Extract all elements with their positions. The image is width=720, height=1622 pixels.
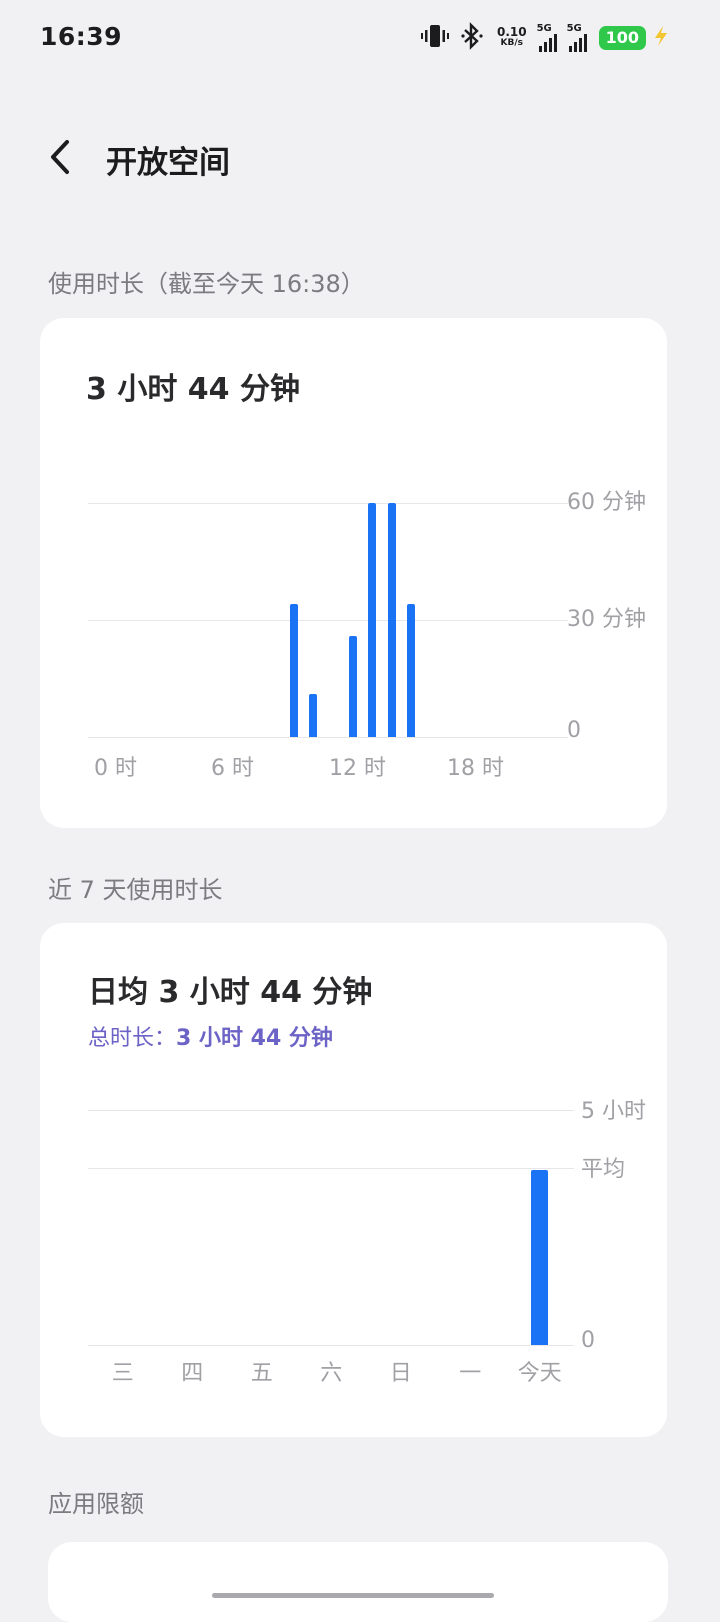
y-label-5h: 5 小时 bbox=[581, 1099, 646, 1124]
battery-icon: 100 bbox=[598, 26, 646, 50]
gridline-5h bbox=[88, 1110, 574, 1111]
x-label-6: 6 时 bbox=[211, 756, 254, 781]
vibrate-icon bbox=[420, 23, 449, 53]
y-label-60: 60 分钟 bbox=[567, 490, 646, 515]
hour-bar bbox=[368, 503, 377, 737]
chevron-left-icon bbox=[51, 140, 69, 174]
x-label-day: 四 bbox=[181, 1361, 204, 1386]
usage-week-label: 近 7 天使用时长 bbox=[48, 876, 223, 904]
x-label-18: 18 时 bbox=[447, 756, 504, 781]
sim1-label: 5G bbox=[536, 23, 552, 34]
charging-icon bbox=[652, 25, 670, 51]
usage-today-card: 3 小时 44 分钟 60 分钟 30 分钟 0 0 时 6 时 12 时 18… bbox=[40, 318, 667, 828]
bluetooth-icon bbox=[461, 22, 485, 54]
signal-icon: 5G bbox=[566, 23, 587, 52]
app-limit-card[interactable] bbox=[48, 1542, 668, 1622]
x-label-day: 六 bbox=[320, 1361, 343, 1386]
page-title: 开放空间 bbox=[106, 145, 230, 181]
x-label-day: 日 bbox=[389, 1361, 412, 1386]
x-label-day: 一 bbox=[459, 1361, 482, 1386]
day-bar bbox=[531, 1169, 549, 1345]
network-speed-value: 0.10 bbox=[496, 25, 527, 39]
x-label-day: 今天 bbox=[517, 1361, 562, 1386]
x-label-0: 0 时 bbox=[94, 756, 137, 781]
gridline-30 bbox=[88, 620, 568, 621]
network-speed-unit: KB/s bbox=[500, 38, 524, 48]
network-speed: 0.10 KB/s bbox=[496, 25, 527, 49]
x-label-day: 三 bbox=[111, 1361, 134, 1386]
x-label-12: 12 时 bbox=[329, 756, 386, 781]
back-button[interactable] bbox=[44, 136, 84, 180]
hour-bar bbox=[289, 604, 298, 737]
gridline-0 bbox=[88, 737, 568, 738]
usage-week-card: 日均 3 小时 44 分钟 总时长：3 小时 44 分钟 5 小时 平均 0 三… bbox=[40, 923, 667, 1437]
sim2-label: 5G bbox=[566, 23, 582, 34]
y-label-average: 平均 bbox=[581, 1157, 626, 1182]
gridline-60 bbox=[88, 503, 568, 504]
hour-bar bbox=[387, 503, 396, 737]
hour-bar bbox=[309, 694, 318, 737]
weekly-usage-chart: 5 小时 平均 0 三 四 五 六 日 一 今天 bbox=[40, 923, 667, 1437]
x-label-day: 五 bbox=[250, 1361, 273, 1386]
hourly-usage-chart: 60 分钟 30 分钟 0 0 时 6 时 12 时 18 时 bbox=[40, 318, 667, 828]
signal-icon: 5G bbox=[536, 23, 557, 52]
hour-bar bbox=[407, 604, 416, 737]
y-label-30: 30 分钟 bbox=[567, 607, 646, 632]
status-icons: 0.10 KB/s 5G 5G 100 bbox=[420, 20, 670, 56]
status-time: 16:39 bbox=[40, 22, 123, 51]
gridline-average bbox=[88, 1168, 574, 1169]
usage-today-label: 使用时长（截至今天 16:38） bbox=[48, 270, 365, 298]
gridline-0 bbox=[88, 1345, 574, 1346]
home-indicator[interactable] bbox=[212, 1593, 494, 1598]
y-label-0: 0 bbox=[581, 1328, 595, 1353]
hour-bar bbox=[348, 635, 357, 737]
app-limit-label: 应用限额 bbox=[48, 1490, 144, 1518]
y-label-0: 0 bbox=[567, 718, 581, 743]
